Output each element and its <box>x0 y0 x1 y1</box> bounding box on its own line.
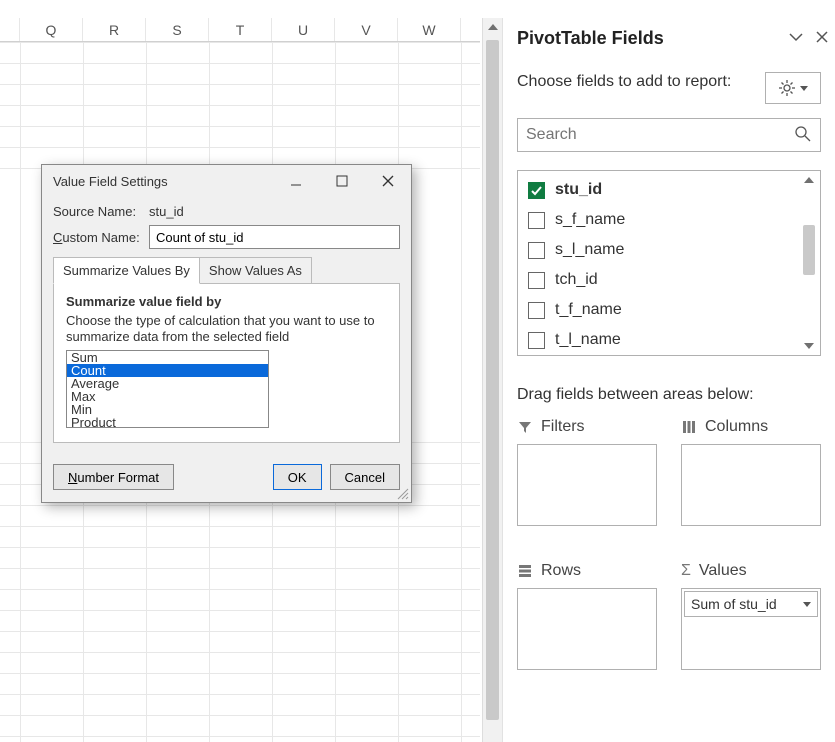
sigma-icon: Σ <box>681 562 691 580</box>
checkbox-icon[interactable] <box>528 302 545 319</box>
column-headers: Q R S T U V W <box>0 18 480 42</box>
field-item-tch-id[interactable]: tch_id <box>522 265 796 295</box>
fields-list-box: stu_id s_f_name s_l_name tch_id t_f_name… <box>517 170 821 356</box>
summary-option-average[interactable]: Average <box>67 377 268 390</box>
field-item-s-l-name[interactable]: s_l_name <box>522 235 796 265</box>
number-format-button[interactable]: Number Format <box>53 464 174 490</box>
col-header[interactable]: W <box>398 18 461 41</box>
scroll-up-icon[interactable] <box>800 173 818 187</box>
tab-show-values-as[interactable]: Show Values As <box>199 257 312 284</box>
ok-button[interactable]: OK <box>273 464 322 490</box>
summarize-heading: Summarize value field by <box>66 294 387 309</box>
source-name-value: stu_id <box>149 204 184 219</box>
field-item-stu-id[interactable]: stu_id <box>522 175 796 205</box>
fields-scrollbar[interactable] <box>800 173 818 353</box>
gear-icon <box>778 79 796 97</box>
cancel-button[interactable]: Cancel <box>330 464 400 490</box>
area-rows: Rows <box>517 562 657 670</box>
col-header[interactable]: S <box>146 18 209 41</box>
chevron-down-icon <box>800 86 808 91</box>
col-header[interactable]: V <box>335 18 398 41</box>
checkbox-icon[interactable] <box>528 242 545 259</box>
custom-name-label: Custom Name: <box>53 230 149 245</box>
checkbox-icon[interactable] <box>528 272 545 289</box>
rows-dropzone[interactable] <box>517 588 657 670</box>
pivottable-fields-pane: PivotTable Fields Choose fields to add t… <box>502 18 835 742</box>
scroll-up-icon[interactable] <box>483 18 502 36</box>
summarize-description: Choose the type of calculation that you … <box>66 313 387 344</box>
checkbox-icon[interactable] <box>528 332 545 349</box>
tools-dropdown[interactable] <box>765 72 821 104</box>
search-icon <box>792 125 812 146</box>
scrollbar-thumb[interactable] <box>803 225 815 275</box>
col-header[interactable]: R <box>83 18 146 41</box>
source-name-label: Source Name: <box>53 204 149 219</box>
pane-title: PivotTable Fields <box>517 28 821 49</box>
summary-option-max[interactable]: Max <box>67 390 268 403</box>
dialog-title: Value Field Settings <box>53 174 273 189</box>
close-pane-icon[interactable] <box>815 30 829 47</box>
values-dropzone[interactable]: Sum of stu_id <box>681 588 821 670</box>
value-field-chip[interactable]: Sum of stu_id <box>684 591 818 617</box>
rows-icon <box>517 563 533 579</box>
tab-summarize-values-by[interactable]: Summarize Values By <box>53 257 200 284</box>
dialog-tabs: Summarize Values By Show Values As <box>53 257 400 284</box>
summary-option-product[interactable]: Product <box>67 416 268 428</box>
maximize-button[interactable] <box>319 165 365 197</box>
custom-name-input[interactable] <box>149 225 400 249</box>
dialog-titlebar[interactable]: Value Field Settings <box>42 165 411 197</box>
area-columns: Columns <box>681 418 821 526</box>
resize-grip-icon[interactable] <box>395 486 409 500</box>
col-header[interactable]: T <box>209 18 272 41</box>
filter-icon <box>517 419 533 435</box>
minimize-button[interactable] <box>273 165 319 197</box>
scrollbar-thumb[interactable] <box>486 40 499 720</box>
worksheet-vertical-scrollbar[interactable] <box>482 18 502 742</box>
collapse-pane-icon[interactable] <box>787 28 805 49</box>
col-header[interactable]: Q <box>20 18 83 41</box>
choose-fields-hint: Choose fields to add to report: <box>517 72 765 93</box>
area-values: Σ Values Sum of stu_id <box>681 562 821 670</box>
area-filters: Filters <box>517 418 657 526</box>
checkbox-icon[interactable] <box>528 212 545 229</box>
summary-function-list[interactable]: Sum Count Average Max Min Product <box>66 350 269 428</box>
columns-icon <box>681 419 697 435</box>
field-item-s-f-name[interactable]: s_f_name <box>522 205 796 235</box>
value-field-settings-dialog: Value Field Settings Source Name: stu_id… <box>41 164 412 503</box>
col-header[interactable]: U <box>272 18 335 41</box>
fields-search[interactable] <box>517 118 821 152</box>
field-item-t-f-name[interactable]: t_f_name <box>522 295 796 325</box>
chevron-down-icon <box>803 602 811 607</box>
scroll-down-icon[interactable] <box>800 339 818 353</box>
filters-dropzone[interactable] <box>517 444 657 526</box>
drag-fields-hint: Drag fields between areas below: <box>517 386 821 404</box>
checkbox-checked-icon[interactable] <box>528 182 545 199</box>
search-input[interactable] <box>526 126 792 144</box>
close-button[interactable] <box>365 165 411 197</box>
columns-dropzone[interactable] <box>681 444 821 526</box>
field-item-t-l-name[interactable]: t_l_name <box>522 325 796 351</box>
